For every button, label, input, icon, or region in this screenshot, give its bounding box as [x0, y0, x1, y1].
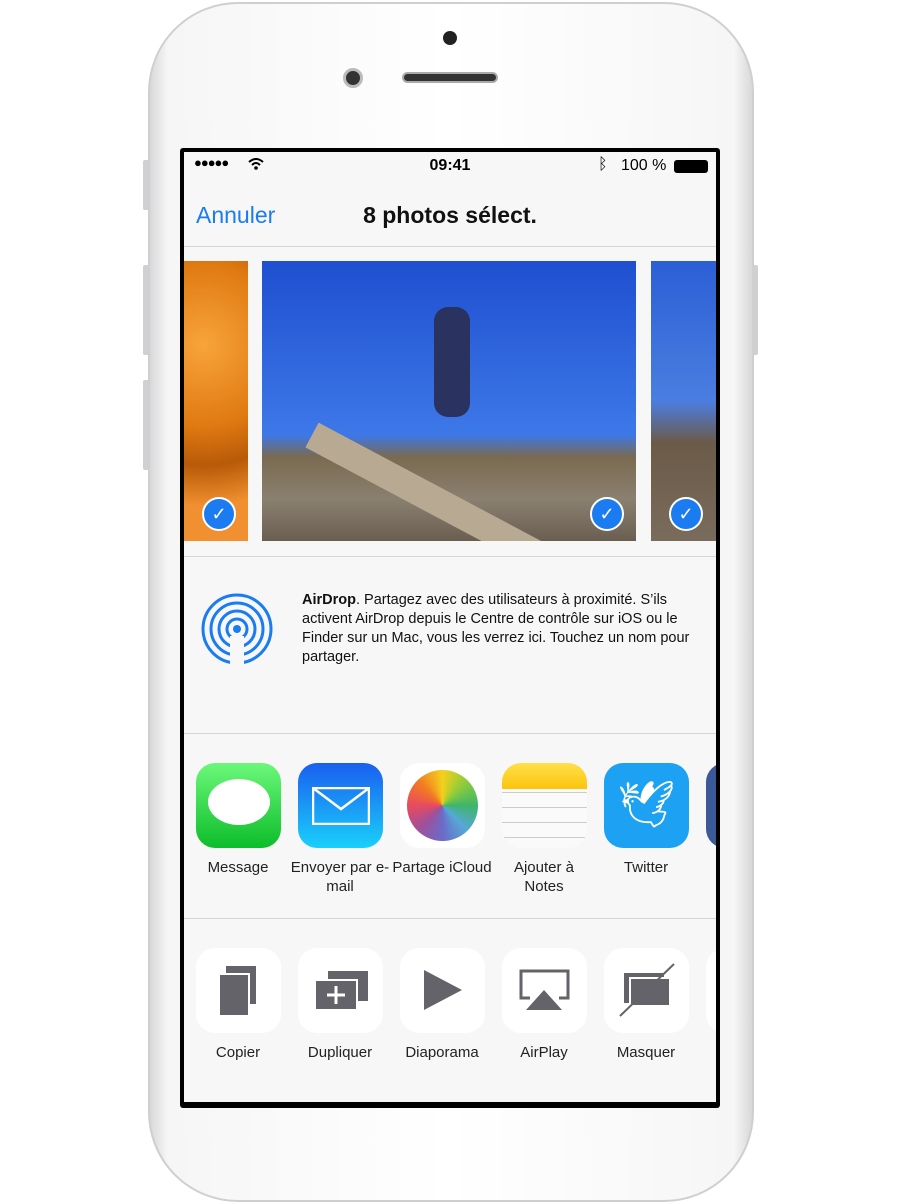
- play-icon: [424, 970, 462, 1010]
- proximity-sensor: [443, 31, 457, 45]
- action-label: Dupliquer: [307, 1044, 373, 1061]
- airplay-icon: [519, 969, 570, 1010]
- airdrop-icon: [201, 593, 273, 666]
- mute-switch: [143, 160, 149, 210]
- duplicate-icon: [314, 971, 368, 1011]
- photo-kite[interactable]: ✓: [651, 261, 716, 541]
- action-label: AirPlay: [520, 1044, 568, 1061]
- screen: ●●●●● 09:41 ᛒ 100 % Annuler 8 photos sél…: [180, 148, 720, 1108]
- plank: [305, 422, 610, 541]
- hide-icon: [619, 963, 675, 1017]
- app-message[interactable]: [196, 763, 281, 848]
- messages-icon: [208, 779, 270, 825]
- volume-up-button: [143, 265, 149, 355]
- app-facebook-partial[interactable]: [706, 763, 716, 848]
- app-label: Message: [207, 859, 269, 876]
- action-label: Copier: [215, 1044, 261, 1061]
- battery-percent: 100 %: [621, 157, 667, 174]
- notes-icon: [502, 763, 587, 789]
- airdrop-text: . Partagez avec des utilisateurs à proxi…: [302, 592, 690, 665]
- action-duplicate[interactable]: [298, 948, 383, 1033]
- front-camera: [343, 68, 363, 88]
- app-label: Envoyer par e-mail: [290, 859, 390, 895]
- copy-icon: [218, 966, 256, 1017]
- child-figure: [434, 307, 470, 417]
- airdrop-title: AirDrop: [302, 592, 356, 608]
- action-label: Masquer: [616, 1044, 676, 1061]
- selected-check-icon[interactable]: ✓: [202, 497, 236, 531]
- bluetooth-icon: ᛒ: [598, 156, 608, 173]
- selected-check-icon[interactable]: ✓: [669, 497, 703, 531]
- app-notes[interactable]: [502, 763, 587, 848]
- earpiece-speaker: [402, 72, 498, 83]
- mail-icon: [312, 787, 370, 825]
- power-button: [752, 265, 758, 355]
- action-hide[interactable]: [604, 948, 689, 1033]
- action-partial[interactable]: [706, 948, 716, 1033]
- airdrop-description: AirDrop. Partagez avec des utilisateurs …: [302, 591, 707, 667]
- photos-icon: [407, 770, 478, 841]
- photo-pumpkins[interactable]: ✓: [184, 261, 248, 541]
- action-copy[interactable]: [196, 948, 281, 1033]
- action-airplay[interactable]: [502, 948, 587, 1033]
- page-title: 8 photos sélect.: [363, 202, 537, 228]
- photo-skater[interactable]: ✓: [262, 261, 636, 541]
- app-label: Twitter: [623, 859, 669, 876]
- twitter-icon: 🕊: [617, 778, 676, 830]
- app-mail[interactable]: [298, 763, 383, 848]
- nav-bar: Annuler 8 photos sélect.: [184, 192, 716, 247]
- battery-icon: [674, 160, 708, 173]
- app-label: Partage iCloud: [392, 859, 492, 876]
- app-label: Ajouter à Notes: [513, 859, 575, 895]
- volume-down-button: [143, 380, 149, 470]
- app-twitter[interactable]: 🕊: [604, 763, 689, 848]
- action-label: Diaporama: [405, 1044, 479, 1061]
- selected-check-icon[interactable]: ✓: [590, 497, 624, 531]
- app-icloud-photos[interactable]: [400, 763, 485, 848]
- action-slideshow[interactable]: [400, 948, 485, 1033]
- status-bar: ●●●●● 09:41 ᛒ 100 %: [184, 152, 716, 180]
